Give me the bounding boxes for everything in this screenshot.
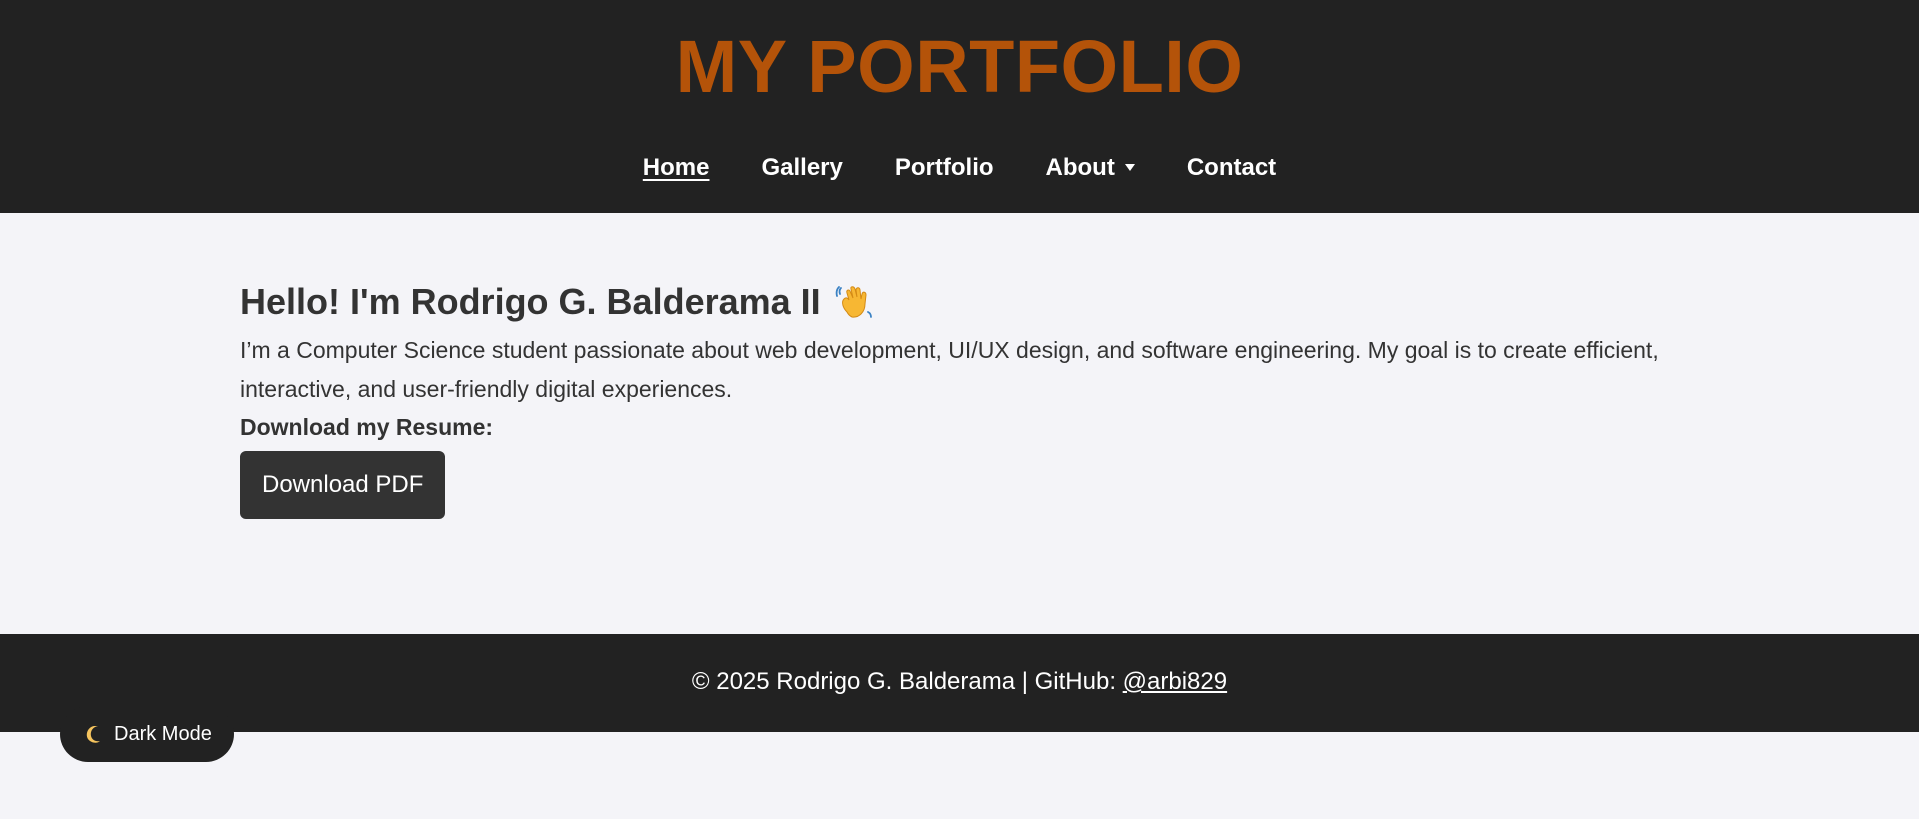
nav-item-about[interactable]: About: [1046, 150, 1135, 186]
bio-paragraph: I’m a Computer Science student passionat…: [240, 337, 1659, 402]
footer-text: © 2025 Rodrigo G. Balderama | GitHub: @a…: [0, 666, 1919, 698]
greeting-heading: Hello! I'm Rodrigo G. Balderama II: [240, 275, 1680, 329]
page: MY PORTFOLIO Home Gallery Portfolio Abou…: [0, 0, 1919, 819]
nav-item-label: About: [1045, 154, 1115, 181]
footer-copyright: © 2025 Rodrigo G. Balderama | GitHub:: [691, 668, 1123, 695]
nav-item-home[interactable]: Home: [643, 150, 710, 186]
nav-item-label: Gallery: [761, 154, 843, 181]
main-content: Hello! I'm Rodrigo G. Balderama II I’m a…: [0, 213, 1919, 634]
nav-item-label: Home: [642, 154, 710, 181]
caret-down-icon: [1124, 163, 1135, 171]
nav-item-label: Portfolio: [894, 154, 994, 181]
site-header: MY PORTFOLIO Home Gallery Portfolio Abou…: [0, 0, 1919, 213]
resume-label: Download my Resume:: [240, 414, 494, 440]
moon-icon: [86, 726, 100, 743]
intro-section: Hello! I'm Rodrigo G. Balderama II I’m a…: [240, 275, 1680, 519]
waving-hand-icon: [835, 286, 872, 318]
nav-item-contact[interactable]: Contact: [1187, 150, 1276, 186]
nav-item-gallery[interactable]: Gallery: [761, 150, 842, 186]
main-nav: Home Gallery Portfolio About Contact: [0, 150, 1919, 186]
nav-item-portfolio[interactable]: Portfolio: [895, 150, 994, 186]
github-link[interactable]: @arbi829: [1123, 668, 1227, 695]
download-pdf-button[interactable]: Download PDF: [240, 451, 446, 519]
dark-mode-toggle-button[interactable]: Dark Mode: [60, 706, 234, 762]
nav-item-label: Contact: [1186, 154, 1277, 181]
site-title: MY PORTFOLIO: [675, 25, 1244, 108]
greeting-text: Hello! I'm Rodrigo G. Balderama II: [240, 281, 821, 322]
dark-mode-label: Dark Mode: [114, 722, 212, 745]
site-footer: © 2025 Rodrigo G. Balderama | GitHub: @a…: [0, 634, 1919, 732]
